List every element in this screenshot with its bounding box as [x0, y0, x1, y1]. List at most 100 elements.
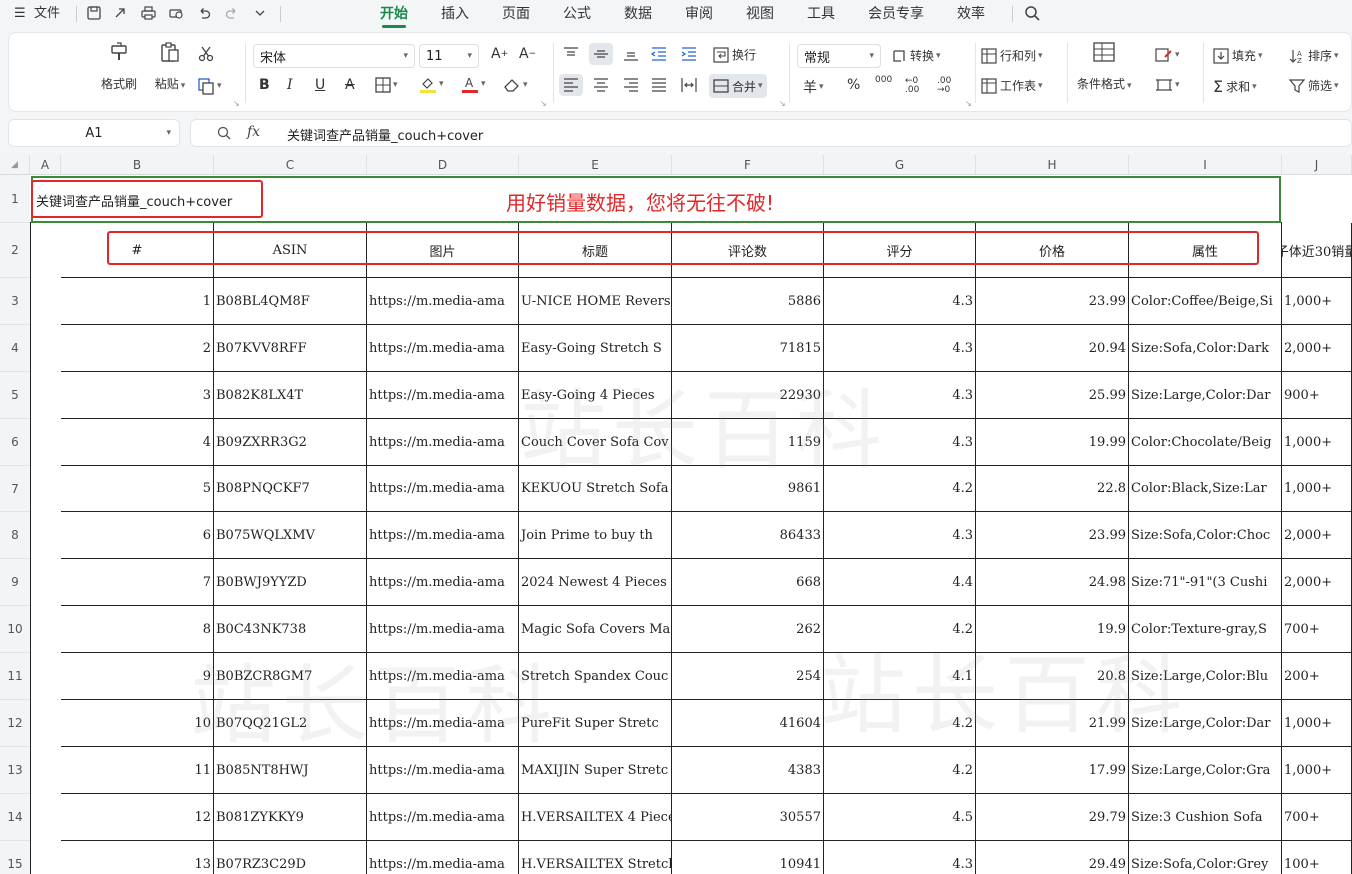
header-cell[interactable]: 属性 — [1129, 223, 1282, 278]
table-cell[interactable]: 7 — [61, 559, 214, 606]
fx-icon[interactable]: fx — [247, 124, 260, 140]
table-cell[interactable]: 4.3 — [824, 278, 976, 325]
font-size-select[interactable]: 11 ▾ — [419, 44, 479, 68]
table-cell[interactable]: Color:Coffee/Beige,Si — [1129, 278, 1282, 325]
header-cell[interactable]: 子体近30销量 — [1282, 223, 1352, 278]
column-header-D[interactable]: D — [367, 155, 519, 175]
tab-view[interactable]: 视图 — [746, 4, 774, 24]
undo-icon[interactable] — [194, 3, 214, 23]
table-cell[interactable]: KEKUOU Stretch Sofa — [519, 466, 672, 512]
table-cell[interactable]: Size:Large,Color:Gra — [1129, 747, 1282, 794]
font-name-select[interactable]: 宋体 ▾ — [253, 44, 415, 68]
file-menu[interactable]: 文件 — [34, 4, 60, 24]
tab-formula[interactable]: 公式 — [563, 4, 591, 24]
table-cell[interactable]: Size:Large,Color:Dar — [1129, 372, 1282, 419]
decrease-font-icon[interactable]: A − — [519, 46, 536, 62]
menu-button[interactable]: ☰ — [14, 4, 26, 24]
table-cell[interactable]: Color:Texture-gray,S — [1129, 606, 1282, 653]
table-cell[interactable]: https://m.media-ama — [367, 559, 519, 606]
font-expand-icon[interactable]: ↘ — [540, 99, 547, 108]
table-cell[interactable]: 262 — [672, 606, 824, 653]
table-cell[interactable]: 2,000+ — [1282, 512, 1352, 559]
table-cell[interactable]: Size:Sofa,Color:Grey — [1129, 841, 1282, 874]
table-cell[interactable]: 19.99 — [976, 419, 1129, 466]
table-cell[interactable]: 4.5 — [824, 794, 976, 841]
table-cell[interactable]: 11 — [61, 747, 214, 794]
font-color-button[interactable]: A ▾ — [461, 75, 486, 93]
column-header-G[interactable]: G — [824, 155, 976, 175]
table-cell[interactable]: 1,000+ — [1282, 747, 1352, 794]
table-cell[interactable]: https://m.media-ama — [367, 841, 519, 874]
number-format-select[interactable]: 常规 ▾ — [797, 44, 881, 68]
table-cell[interactable]: Easy-Going 4 Pieces — [519, 372, 672, 419]
justify-icon[interactable] — [651, 78, 667, 92]
table-cell[interactable]: 100+ — [1282, 841, 1352, 874]
table-cell[interactable]: B08PNQCKF7 — [214, 466, 367, 512]
table-cell[interactable]: 4.3 — [824, 325, 976, 372]
table-cell[interactable]: Easy-Going Stretch S — [519, 325, 672, 372]
column-header-J[interactable]: J — [1282, 155, 1352, 175]
table-cell[interactable]: https://m.media-ama — [367, 700, 519, 747]
tab-member[interactable]: 会员专享 — [868, 4, 924, 24]
table-cell[interactable]: 20.8 — [976, 653, 1129, 700]
fill-button[interactable]: 填充 ▾ — [1213, 47, 1263, 64]
table-cell[interactable]: 4.3 — [824, 512, 976, 559]
tab-efficiency[interactable]: 效率 — [957, 4, 985, 24]
sum-button[interactable]: Σ 求和 ▾ — [1213, 77, 1257, 96]
table-cell[interactable]: 4.3 — [824, 419, 976, 466]
table-cell[interactable]: 19.9 — [976, 606, 1129, 653]
table-cell[interactable]: 20.94 — [976, 325, 1129, 372]
row-header[interactable]: 5 — [0, 372, 30, 419]
freeze-button[interactable]: ▾ — [1155, 77, 1180, 93]
print-preview-icon[interactable] — [166, 3, 186, 23]
row-header[interactable]: 6 — [0, 419, 30, 466]
table-cell[interactable]: Size:3 Cushion Sofa — [1129, 794, 1282, 841]
row-header[interactable]: 4 — [0, 325, 30, 372]
table-cell[interactable]: Color:Chocolate/Beig — [1129, 419, 1282, 466]
increase-indent-icon[interactable] — [681, 47, 697, 61]
table-cell[interactable]: 29.79 — [976, 794, 1129, 841]
column-header-H[interactable]: H — [976, 155, 1129, 175]
clear-format-button[interactable]: ▾ — [503, 77, 528, 93]
header-cell[interactable]: ASIN — [214, 223, 367, 278]
row-header[interactable]: 3 — [0, 278, 30, 325]
save-icon[interactable] — [84, 3, 104, 23]
table-cell[interactable]: 4.2 — [824, 466, 976, 512]
percent-button[interactable]: % — [847, 77, 860, 93]
table-cell[interactable]: MAXIJIN Super Stretc — [519, 747, 672, 794]
table-cell[interactable]: 4.1 — [824, 653, 976, 700]
column-header-I[interactable]: I — [1129, 155, 1282, 175]
table-cell[interactable]: 29.49 — [976, 841, 1129, 874]
paste-button[interactable]: 粘贴 ▾ — [149, 41, 191, 92]
row-header[interactable]: 13 — [0, 747, 30, 794]
table-cell[interactable]: Magic Sofa Covers Ma — [519, 606, 672, 653]
table-cell[interactable]: Size:71"-91"(3 Cushi — [1129, 559, 1282, 606]
table-cell[interactable]: Stretch Spandex Couc — [519, 653, 672, 700]
worksheet-button[interactable]: 工作表 ▾ — [981, 77, 1043, 94]
format-painter-button[interactable]: 格式刷 — [99, 41, 139, 92]
table-cell[interactable]: B085NT8HWJ — [214, 747, 367, 794]
table-cell[interactable]: 700+ — [1282, 606, 1352, 653]
table-cell[interactable]: Size:Large,Color:Dar — [1129, 700, 1282, 747]
zoom-formula-icon[interactable] — [217, 126, 231, 144]
table-cell[interactable]: Size:Sofa,Color:Dark — [1129, 325, 1282, 372]
table-cell[interactable]: 2,000+ — [1282, 559, 1352, 606]
conditional-format-button[interactable]: 条件格式 ▾ — [1077, 41, 1132, 92]
table-cell[interactable]: 2024 Newest 4 Pieces — [519, 559, 672, 606]
header-cell[interactable]: 评论数 — [672, 223, 824, 278]
table-cell[interactable]: B0BZCR8GM7 — [214, 653, 367, 700]
table-cell[interactable]: https://m.media-ama — [367, 372, 519, 419]
distribute-icon[interactable] — [681, 77, 697, 93]
formula-input[interactable]: fx 关键词查产品销量_couch+cover — [190, 119, 1352, 147]
table-cell[interactable]: 5886 — [672, 278, 824, 325]
align-bottom-icon[interactable] — [623, 47, 639, 61]
table-cell[interactable]: 2,000+ — [1282, 325, 1352, 372]
table-cell[interactable]: 1,000+ — [1282, 700, 1352, 747]
table-cell[interactable]: Couch Cover Sofa Cov — [519, 419, 672, 466]
table-cell[interactable]: 1159 — [672, 419, 824, 466]
wrap-text-button[interactable]: 换行 — [713, 46, 756, 63]
table-cell[interactable]: 8 — [61, 606, 214, 653]
table-cell[interactable]: 10 — [61, 700, 214, 747]
row-header[interactable]: 14 — [0, 794, 30, 841]
table-cell[interactable]: B081ZYKKY9 — [214, 794, 367, 841]
